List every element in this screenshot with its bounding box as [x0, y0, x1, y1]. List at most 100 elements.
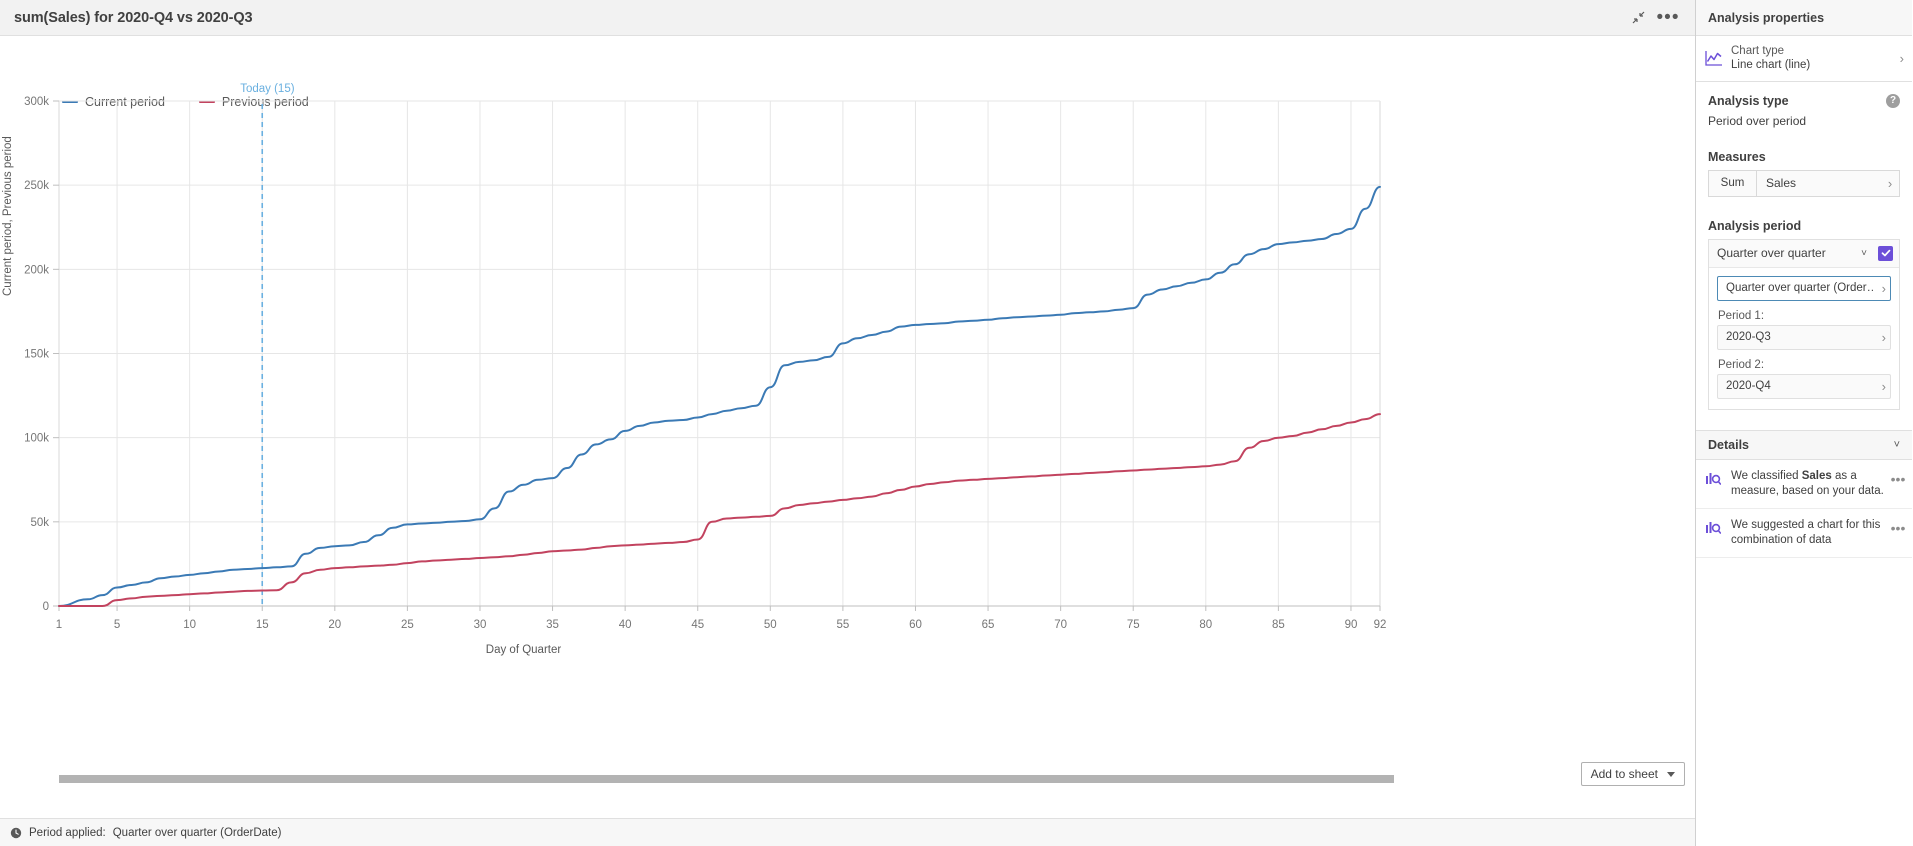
scrollbar-thumb[interactable]: [59, 775, 1394, 783]
properties-header: Analysis properties: [1696, 0, 1912, 36]
more-options-glyph: •••: [1656, 7, 1680, 28]
analysis-period-heading: Analysis period: [1708, 218, 1802, 233]
x-tick-label: 75: [1127, 619, 1140, 631]
y-tick-label: 100k: [24, 433, 49, 445]
period1-label: Period 1:: [1718, 309, 1765, 322]
period-definition-label: Quarter over quarter (Order…: [1726, 282, 1874, 295]
chevron-right-icon: ›: [1881, 280, 1886, 296]
y-tick-label: 150k: [24, 349, 49, 361]
measure-field: Sales: [1766, 176, 1797, 191]
x-tick-label: 50: [764, 619, 777, 631]
chevron-right-icon: ›: [1881, 378, 1886, 394]
x-tick-label: 40: [619, 619, 632, 631]
add-to-sheet-label: Add to sheet: [1590, 767, 1658, 781]
chart-type-row[interactable]: Chart type Line chart (line) ›: [1696, 36, 1912, 82]
line-chart-icon: [1705, 50, 1727, 67]
clock-icon: [10, 827, 22, 839]
horizontal-scrollbar[interactable]: [0, 768, 1695, 790]
more-options-icon[interactable]: •••: [1890, 469, 1906, 486]
chevron-right-icon: ›: [1899, 50, 1904, 66]
chart-type-label: Chart type: [1731, 45, 1785, 57]
help-icon[interactable]: ?: [1886, 93, 1900, 108]
period1-value: 2020-Q3: [1726, 331, 1771, 344]
analysis-type-section: Analysis type ? Period over period: [1696, 82, 1912, 130]
add-to-sheet-button[interactable]: Add to sheet: [1580, 762, 1685, 786]
period2-value: 2020-Q4: [1726, 380, 1771, 393]
x-tick-label: 45: [691, 619, 704, 631]
x-tick-label: 1: [56, 619, 62, 631]
more-options-icon[interactable]: •••: [1890, 518, 1906, 535]
chart-type-text: Chart type Line chart (line): [1727, 44, 1892, 73]
analysis-type-header: Analysis type ?: [1708, 93, 1900, 108]
x-tick-label: 90: [1345, 619, 1358, 631]
y-tick-label: 0: [43, 601, 49, 613]
x-tick-label: 65: [982, 619, 995, 631]
details-list: We classified Sales as a measure, based …: [1696, 460, 1912, 559]
x-tick-label: 5: [114, 619, 120, 631]
analysis-window: sum(Sales) for 2020-Q4 vs 2020-Q3 ••• Cu…: [0, 0, 1913, 846]
measures-heading: Measures: [1708, 149, 1766, 164]
y-tick-label: 50k: [30, 517, 49, 529]
plot-area[interactable]: 0 50k 100k 150k 200k 250k 300k 1 5 10 15 20 25 30 35 40…: [0, 36, 1695, 818]
minimize-icon[interactable]: [1625, 5, 1651, 31]
x-tick-label: 30: [474, 619, 487, 631]
x-tick-label: 15: [256, 619, 269, 631]
y-tick-label: 250k: [24, 180, 49, 192]
analysis-period-selected: Quarter over quarter: [1717, 246, 1826, 261]
x-tick-label: 35: [546, 619, 559, 631]
details-heading: Details: [1708, 437, 1749, 452]
chart-body: Current period Previous period 0 50k 100k 1…: [0, 36, 1695, 818]
measure-aggregation: Sum: [1709, 170, 1757, 196]
measure-item-sales[interactable]: Sum Sales ›: [1708, 169, 1900, 197]
period2-button[interactable]: 2020-Q4 ›: [1717, 373, 1891, 399]
measures-header: Measures: [1708, 150, 1900, 164]
y-tick-label: 200k: [24, 264, 49, 276]
insight-icon: [1705, 518, 1727, 537]
x-tick-label: 25: [401, 619, 414, 631]
y-tick-label: 300k: [24, 96, 49, 108]
x-tick-label: 92: [1374, 619, 1387, 631]
x-tick-label: 10: [183, 619, 196, 631]
chevron-right-icon: ›: [1887, 175, 1893, 191]
analysis-period-header: Analysis period: [1708, 219, 1900, 233]
analysis-period-section: Analysis period Quarter over quarter ˅ Q…: [1696, 197, 1912, 410]
x-tick-label: 20: [328, 619, 341, 631]
y-axis-title: Current period, Previous period: [2, 136, 14, 296]
period2-label: Period 2:: [1718, 358, 1765, 371]
chart-header: sum(Sales) for 2020-Q4 vs 2020-Q3 •••: [0, 0, 1695, 36]
analysis-period-body: Quarter over quarter (Order… › Period 1:…: [1709, 268, 1899, 409]
status-value: Quarter over quarter (OrderDate): [112, 826, 282, 839]
line-chart-svg: 050k100k150k200k250k300k1 5 10 15 20 25 30 35 40…: [24, 96, 1387, 631]
detail-text: We classified Sales as a measure, based …: [1731, 469, 1884, 497]
measures-section: Measures Sum Sales ›: [1696, 130, 1912, 197]
list-item[interactable]: We classified Sales as a measure, based …: [1696, 460, 1912, 510]
status-bar: Period applied: Quarter over quarter (Or…: [0, 818, 1695, 846]
more-options-icon[interactable]: •••: [1655, 5, 1681, 31]
analysis-type-value: Period over period: [1708, 113, 1807, 128]
x-tick-label: 55: [836, 619, 849, 631]
period-definition-button[interactable]: Quarter over quarter (Order… ›: [1717, 275, 1891, 301]
chevron-down-icon: [1667, 771, 1675, 777]
analysis-period-checkbox[interactable]: [1878, 245, 1893, 261]
series-line-previous-period[interactable]: [58, 413, 1381, 607]
detail-text: We suggested a chart for this combinatio…: [1731, 519, 1881, 547]
analysis-period-selector[interactable]: Quarter over quarter ˅: [1709, 239, 1899, 268]
period1-button[interactable]: 2020-Q3 ›: [1717, 324, 1891, 350]
analysis-properties-panel: Analysis properties Chart type Line char…: [1696, 0, 1912, 846]
page-title: sum(Sales) for 2020-Q4 vs 2020-Q3: [14, 9, 253, 26]
chevron-down-icon: ˅: [1893, 438, 1900, 451]
x-axis-title: Day of Quarter: [0, 644, 1695, 656]
chart-pane: sum(Sales) for 2020-Q4 vs 2020-Q3 ••• Cu…: [0, 0, 1696, 846]
today-marker-label: Today (15): [240, 83, 295, 95]
x-tick-label: 70: [1054, 619, 1067, 631]
chevron-down-icon[interactable]: ˅: [1856, 248, 1872, 259]
series-line-current-period[interactable]: [58, 185, 1381, 607]
chevron-right-icon: ›: [1881, 329, 1886, 345]
x-axis-title-text: Day of Quarter: [485, 644, 562, 656]
details-section-header[interactable]: Details ˅: [1696, 429, 1912, 460]
chart-type-value: Line chart (line): [1731, 59, 1811, 72]
add-to-sheet-container: Add to sheet: [1580, 762, 1685, 786]
list-item[interactable]: We suggested a chart for this combinatio…: [1696, 509, 1912, 559]
analysis-period-card: Quarter over quarter ˅ Quarter over quar…: [1708, 238, 1900, 410]
insight-icon: [1705, 469, 1727, 488]
